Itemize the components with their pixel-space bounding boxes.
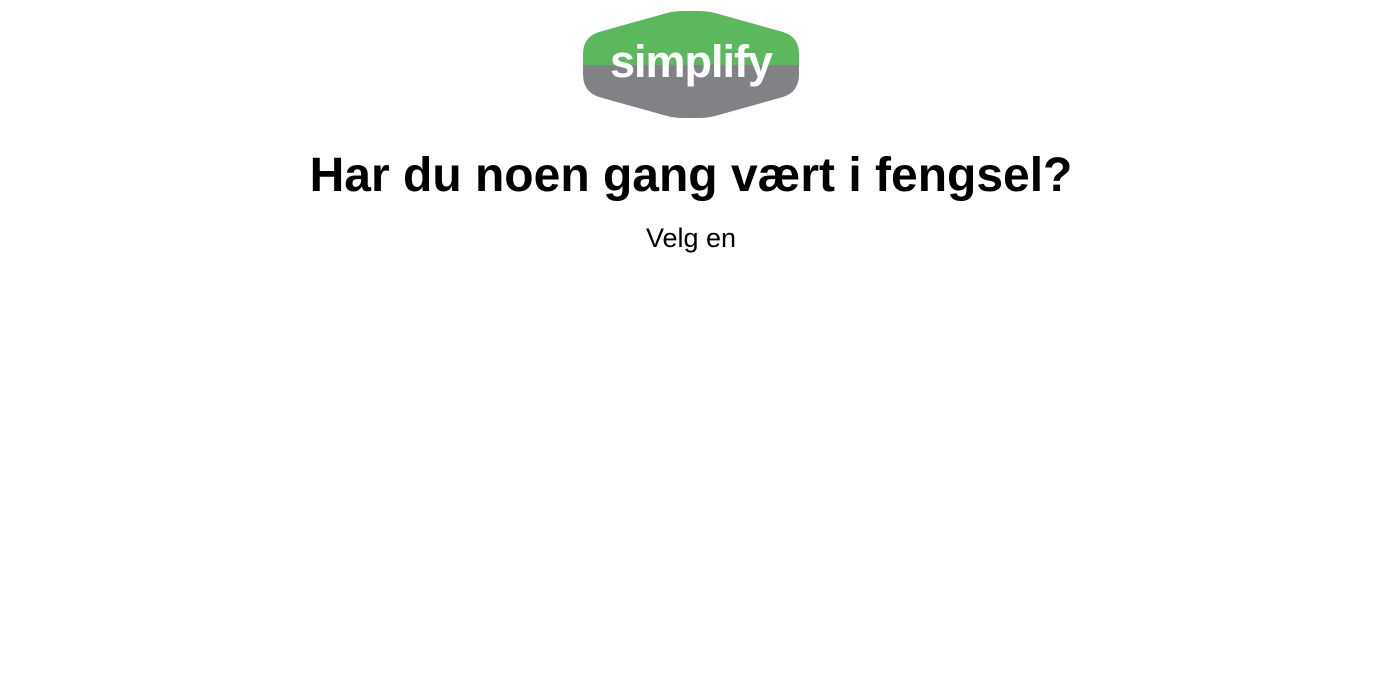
simplify-logo: simplify bbox=[583, 11, 799, 118]
logo-wordmark: simplify bbox=[610, 36, 773, 87]
question-hint: Velg en bbox=[645, 223, 737, 253]
page: simplify Har du noen gang vært i fengsel… bbox=[0, 0, 1382, 683]
question-title: Har du noen gang vært i fengsel? bbox=[309, 149, 1073, 202]
